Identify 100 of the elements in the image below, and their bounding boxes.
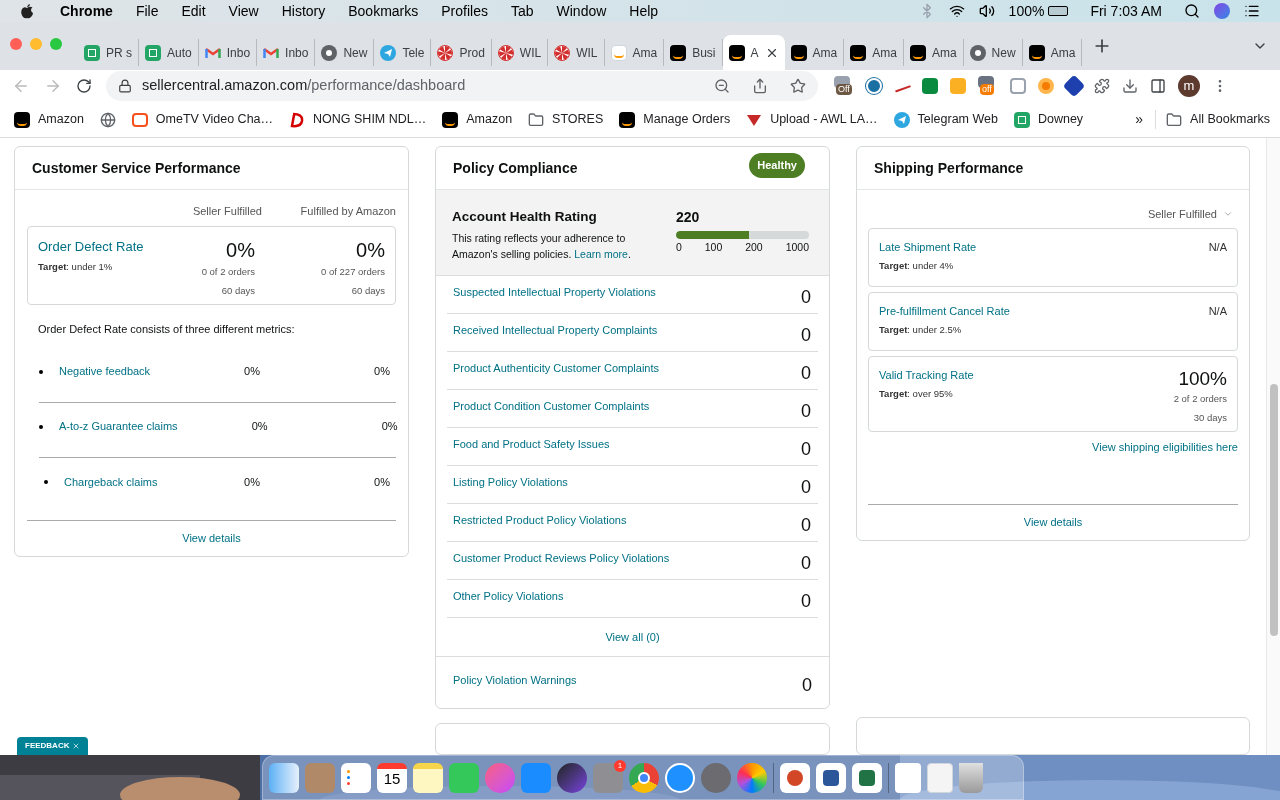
bookmark[interactable]: NONG SHIM NDL… (289, 110, 427, 129)
zoom-out-icon[interactable] (714, 78, 730, 94)
policy-link[interactable]: Policy Violation Warnings (453, 672, 577, 689)
metric-link[interactable]: Pre-fulfillment Cancel Rate (879, 302, 1010, 319)
browser-tab[interactable]: Auto (139, 39, 199, 66)
reminders-icon[interactable] (341, 762, 371, 793)
browser-tab[interactable]: Ama (604, 39, 665, 66)
volume-icon[interactable] (978, 3, 995, 19)
column-heading: Fulfilled by Amazon (299, 204, 396, 219)
metric-value: 0% (356, 237, 385, 263)
period-text: 60 days (221, 283, 255, 298)
menu-item[interactable]: File (135, 0, 159, 22)
policy-link[interactable]: Suspected Intellectual Property Violations (453, 284, 656, 301)
browser-tab[interactable]: Prod (431, 39, 492, 66)
bookmark[interactable] (99, 111, 116, 128)
profile-avatar[interactable]: m (1178, 75, 1200, 97)
close-icon[interactable] (72, 742, 81, 750)
browser-tab[interactable]: WIL (548, 39, 605, 66)
menu-item[interactable]: Window (556, 0, 607, 22)
browser-tab[interactable]: Ama (1022, 39, 1083, 66)
bookmarks-overflow[interactable]: » (1135, 109, 1144, 130)
download-icon[interactable] (1122, 78, 1138, 94)
metric-link[interactable]: Valid Tracking Rate (879, 366, 974, 383)
policy-link[interactable]: Listing Policy Violations (453, 474, 568, 491)
battery-percent: 100% (1008, 1, 1045, 21)
fulfillment-dropdown[interactable]: Seller Fulfilled (1147, 206, 1233, 223)
bookmark[interactable]: Amazon (442, 110, 513, 129)
metric-link[interactable]: Negative feedback (59, 363, 151, 380)
browser-tab[interactable]: WIL (491, 39, 549, 66)
feedback-button[interactable]: FEEDBACK (17, 737, 89, 755)
shipping-eligibility-link[interactable]: View shipping eligibilities here (1092, 438, 1238, 455)
policy-link[interactable]: Product Condition Customer Complaints (453, 398, 650, 415)
control-center-icon[interactable] (1244, 3, 1260, 19)
browser-tab[interactable]: Ama (844, 39, 904, 66)
policy-link[interactable]: Restricted Product Policy Violations (453, 512, 627, 529)
metric-link[interactable]: Late Shipment Rate (879, 238, 977, 255)
notes-icon[interactable] (413, 762, 443, 793)
menu-item[interactable]: View (228, 0, 259, 22)
period-text: 30 days (1193, 410, 1227, 425)
menu-app-name[interactable]: Chrome (60, 0, 113, 22)
policy-link[interactable]: Customer Product Reviews Policy Violations (453, 550, 670, 567)
reload-icon[interactable] (76, 78, 92, 94)
metric-link[interactable]: A-to-z Guarantee claims (59, 418, 178, 435)
search-icon[interactable] (1184, 3, 1200, 19)
share-icon[interactable] (752, 78, 768, 94)
browser-tab[interactable]: Busi (664, 39, 723, 66)
close-window-button[interactable] (10, 38, 22, 50)
wifi-icon[interactable] (948, 3, 965, 19)
trash-icon[interactable] (959, 762, 983, 793)
menu-item[interactable]: Tab (510, 0, 534, 22)
document-icon[interactable] (927, 762, 953, 793)
menu-item[interactable]: Profiles (441, 0, 488, 22)
policy-link[interactable]: Product Authenticity Customer Complaints (453, 360, 660, 377)
document-icon[interactable] (895, 762, 921, 793)
battery-icon[interactable] (1048, 6, 1069, 16)
bookmark[interactable]: Manage Orders (619, 110, 731, 129)
apple-icon[interactable] (20, 3, 34, 19)
scale-label: 1000 (785, 240, 809, 255)
learn-more-link[interactable]: Learn more (574, 248, 628, 261)
description-text: Order Defect Rate consists of three different metrics: (38, 322, 296, 337)
browser-tab[interactable]: A (722, 35, 785, 70)
chrome-icon (969, 44, 986, 61)
browser-tab[interactable]: Ama (903, 39, 964, 66)
policy-link[interactable]: Food and Product Safety Issues (453, 436, 610, 453)
amazon-icon (442, 111, 459, 128)
menu-item[interactable]: Help (629, 0, 659, 22)
bookmark[interactable]: Upload - AWL LA… (746, 110, 878, 129)
peppermint-icon (437, 44, 454, 61)
view-details-link[interactable]: View details (1023, 513, 1083, 531)
metric-link[interactable]: Chargeback claims (64, 473, 158, 491)
side-panel-icon[interactable] (1150, 78, 1166, 94)
policy-link[interactable]: Other Policy Violations (453, 588, 564, 605)
bookmark[interactable]: Amazon (14, 110, 84, 129)
browser-tab[interactable]: New (963, 39, 1023, 66)
puzzle-icon[interactable] (1094, 78, 1110, 94)
bookmark[interactable]: Downey (1013, 110, 1084, 129)
menu-item[interactable]: History (281, 0, 326, 22)
browser-tab[interactable]: Tele (374, 39, 432, 66)
bookmark-star-icon[interactable] (790, 78, 806, 94)
scrollbar-thumb[interactable] (1269, 384, 1278, 636)
bookmark[interactable]: OmeTV Video Cha… (131, 110, 274, 129)
bookmark[interactable]: STORES (528, 110, 604, 129)
amazon-icon (850, 44, 867, 61)
metric-link[interactable]: Order Defect Rate (38, 236, 145, 256)
policy-link[interactable]: Received Intellectual Property Complaints (453, 322, 658, 339)
browser-tab[interactable]: Ama (784, 39, 845, 66)
all-bookmarks[interactable]: All Bookmarks (1155, 110, 1270, 129)
browser-tab[interactable]: Inbo (198, 39, 258, 66)
address-bar[interactable]: sellercentral.amazon.com/performance/dashboard (106, 71, 818, 101)
browser-tab[interactable]: PR s (78, 39, 139, 66)
calendar-icon[interactable]: 15 (377, 762, 407, 793)
browser-tab[interactable]: Inbo (257, 39, 316, 66)
menu-item[interactable]: Edit (181, 0, 206, 22)
browser-tab[interactable]: New (315, 39, 375, 66)
policy-count: 0 (801, 552, 811, 575)
view-details-link[interactable]: View details (182, 530, 241, 547)
menu-item[interactable]: Bookmarks (348, 0, 419, 22)
bookmark[interactable]: Telegram Web (893, 110, 998, 129)
policy-count: 0 (802, 674, 812, 697)
view-all-link[interactable]: View all (0) (605, 628, 660, 646)
